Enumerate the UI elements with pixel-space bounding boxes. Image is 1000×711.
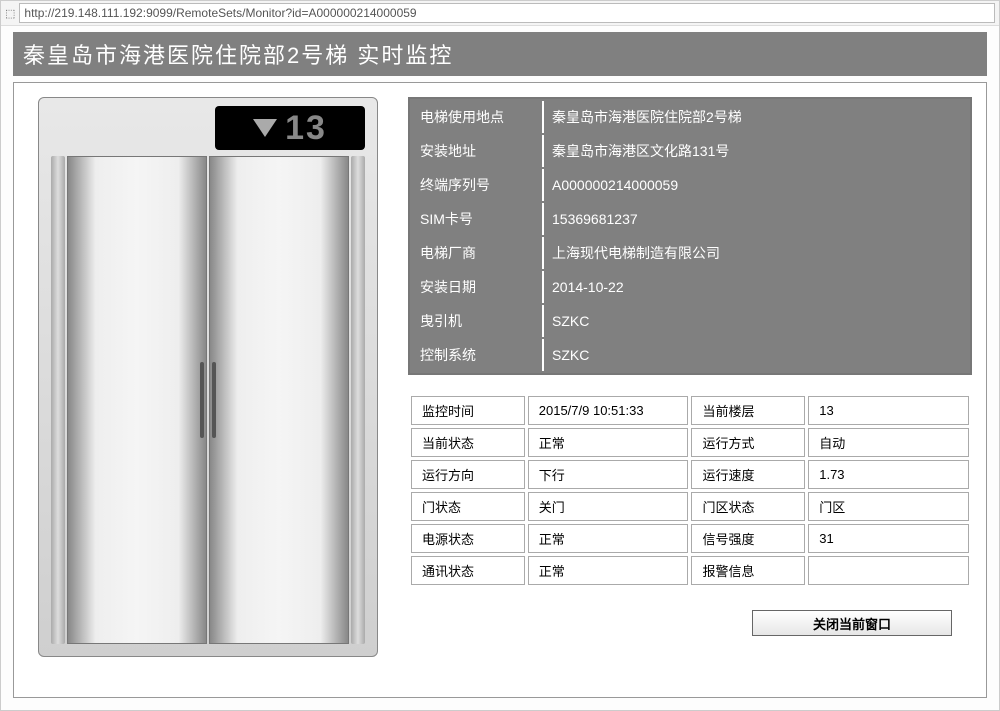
info-label: 安装日期 [412, 271, 542, 303]
status-label: 运行方式 [691, 428, 805, 457]
status-value: 31 [808, 524, 969, 553]
floor-display: 13 [215, 106, 365, 150]
info-value: 秦皇岛市海港医院住院部2号梯 [542, 101, 968, 133]
status-label: 门区状态 [691, 492, 805, 521]
url-input[interactable]: http://219.148.111.192:9099/RemoteSets/M… [19, 3, 995, 23]
close-window-button[interactable]: 关闭当前窗口 [752, 610, 952, 636]
status-label: 信号强度 [691, 524, 805, 553]
status-value: 1.73 [808, 460, 969, 489]
status-label: 运行速度 [691, 460, 805, 489]
info-row: 安装地址秦皇岛市海港区文化路131号 [412, 135, 968, 167]
status-row: 电源状态正常信号强度31 [411, 524, 969, 553]
info-label: 曳引机 [412, 305, 542, 337]
info-value: SZKC [542, 305, 968, 337]
status-value [808, 556, 969, 585]
info-label: SIM卡号 [412, 203, 542, 235]
info-label: 终端序列号 [412, 169, 542, 201]
door-frame-right [351, 156, 365, 644]
status-label: 监控时间 [411, 396, 525, 425]
elevator-doors [45, 156, 371, 650]
status-value: 下行 [528, 460, 689, 489]
status-label: 报警信息 [691, 556, 805, 585]
status-label: 通讯状态 [411, 556, 525, 585]
floor-number: 13 [285, 109, 327, 148]
status-value: 正常 [528, 428, 689, 457]
info-row: 电梯厂商上海现代电梯制造有限公司 [412, 237, 968, 269]
status-row: 当前状态正常运行方式自动 [411, 428, 969, 457]
status-value: 自动 [808, 428, 969, 457]
info-value: 15369681237 [542, 203, 968, 235]
body-area: 秦皇岛市海港医院住院部2号梯 实时监控 13 [1, 26, 999, 710]
status-row: 门状态关门门区状态门区 [411, 492, 969, 521]
status-label: 当前楼层 [691, 396, 805, 425]
info-row: 安装日期2014-10-22 [412, 271, 968, 303]
status-value: 关门 [528, 492, 689, 521]
info-label: 控制系统 [412, 339, 542, 371]
status-label: 运行方向 [411, 460, 525, 489]
info-panel: 电梯使用地点秦皇岛市海港医院住院部2号梯安装地址秦皇岛市海港区文化路131号终端… [408, 97, 972, 683]
status-row: 通讯状态正常报警信息 [411, 556, 969, 585]
address-bar: ⬚ http://219.148.111.192:9099/RemoteSets… [1, 1, 999, 26]
status-label: 电源状态 [411, 524, 525, 553]
info-label: 电梯厂商 [412, 237, 542, 269]
status-value: 2015/7/9 10:51:33 [528, 396, 689, 425]
info-value: SZKC [542, 339, 968, 371]
info-row: 控制系统SZKC [412, 339, 968, 371]
info-row: SIM卡号15369681237 [412, 203, 968, 235]
info-value: 秦皇岛市海港区文化路131号 [542, 135, 968, 167]
status-table: 监控时间2015/7/9 10:51:33当前楼层13当前状态正常运行方式自动运… [408, 393, 972, 588]
info-value: 上海现代电梯制造有限公司 [542, 237, 968, 269]
door-handle-right [212, 362, 216, 438]
info-value: 2014-10-22 [542, 271, 968, 303]
status-row: 运行方向下行运行速度1.73 [411, 460, 969, 489]
elevator-info-table: 电梯使用地点秦皇岛市海港医院住院部2号梯安装地址秦皇岛市海港区文化路131号终端… [408, 97, 972, 375]
status-value: 正常 [528, 524, 689, 553]
page-title: 秦皇岛市海港医院住院部2号梯 实时监控 [13, 32, 987, 76]
info-row: 终端序列号A000000214000059 [412, 169, 968, 201]
door-handle-left [200, 362, 204, 438]
info-label: 电梯使用地点 [412, 101, 542, 133]
app-window: ⬚ http://219.148.111.192:9099/RemoteSets… [0, 0, 1000, 711]
status-label: 当前状态 [411, 428, 525, 457]
url-prefix-icon: ⬚ [5, 7, 15, 20]
status-label: 门状态 [411, 492, 525, 521]
info-row: 曳引机SZKC [412, 305, 968, 337]
door-left [67, 156, 207, 644]
floor-display-row: 13 [45, 104, 371, 156]
status-value: 正常 [528, 556, 689, 585]
elevator-graphic: 13 [38, 97, 378, 657]
content-panel: 13 电梯使用地点秦皇岛市海港医院住院部2号梯安装地址秦皇岛市海港区文化路131… [13, 82, 987, 698]
door-frame-left [51, 156, 65, 644]
direction-down-icon [253, 119, 277, 137]
status-value: 门区 [808, 492, 969, 521]
button-row: 关闭当前窗口 [408, 610, 972, 636]
info-label: 安装地址 [412, 135, 542, 167]
status-value: 13 [808, 396, 969, 425]
door-right [209, 156, 349, 644]
info-value: A000000214000059 [542, 169, 968, 201]
info-row: 电梯使用地点秦皇岛市海港医院住院部2号梯 [412, 101, 968, 133]
elevator-panel: 13 [28, 97, 388, 683]
status-row: 监控时间2015/7/9 10:51:33当前楼层13 [411, 396, 969, 425]
